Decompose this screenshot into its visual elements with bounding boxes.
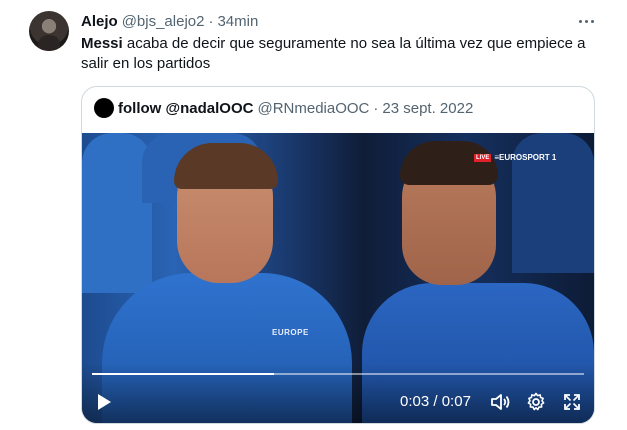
quoted-author-handle[interactable]: @RNmediaOOC [257,100,369,117]
live-badge: LIVE [474,153,492,162]
quoted-author-name[interactable]: follow @nadalOOC [118,100,253,117]
quoted-tweet[interactable]: follow @nadalOOC @RNmediaOOC · 23 sept. … [81,86,595,424]
video-player[interactable]: EUROPE LIVE ≡EUROSPORT 1 0:03 / 0:07 [82,133,594,423]
quoted-header-separator: · [373,99,379,117]
fullscreen-icon[interactable] [561,391,583,413]
tweet[interactable]: Alejo @bjs_alejo2 · 34min Messi acaba de… [0,0,627,430]
author-name[interactable]: Alejo [81,13,118,30]
tweet-timestamp[interactable]: 34min [217,13,258,30]
tweet-text-bold: Messi [81,35,123,52]
duration: 0:07 [441,393,471,410]
tweet-text: Messi acaba de decir que seguramente no … [81,34,601,74]
channel-logo-text: ≡EUROSPORT 1 [494,153,557,162]
quoted-tweet-header: follow @nadalOOC @RNmediaOOC · 23 sept. … [94,97,473,119]
video-progress-bar[interactable] [92,373,584,375]
quoted-tweet-date[interactable]: 23 sept. 2022 [382,100,473,117]
author-avatar[interactable] [29,11,69,51]
broadcast-overlay: LIVE ≡EUROSPORT 1 [474,153,556,162]
settings-gear-icon[interactable] [525,391,547,413]
volume-icon[interactable] [489,391,511,413]
play-icon[interactable] [96,393,112,411]
tweet-text-body: acaba de decir que seguramente no sea la… [81,35,586,72]
tweet-header: Alejo @bjs_alejo2 · 34min [81,11,258,31]
video-controls: 0:03 / 0:07 [82,363,594,423]
current-time: 0:03 [400,393,430,410]
video-progress-fill [92,373,275,375]
quoted-author-avatar[interactable] [94,98,114,118]
more-dots-icon[interactable] [575,10,597,32]
author-handle[interactable]: @bjs_alejo2 [122,13,205,30]
video-time: 0:03 / 0:07 [400,393,471,410]
jacket-logo-text: EUROPE [272,328,309,337]
time-separator: / [433,393,438,410]
header-separator: · [208,12,214,30]
